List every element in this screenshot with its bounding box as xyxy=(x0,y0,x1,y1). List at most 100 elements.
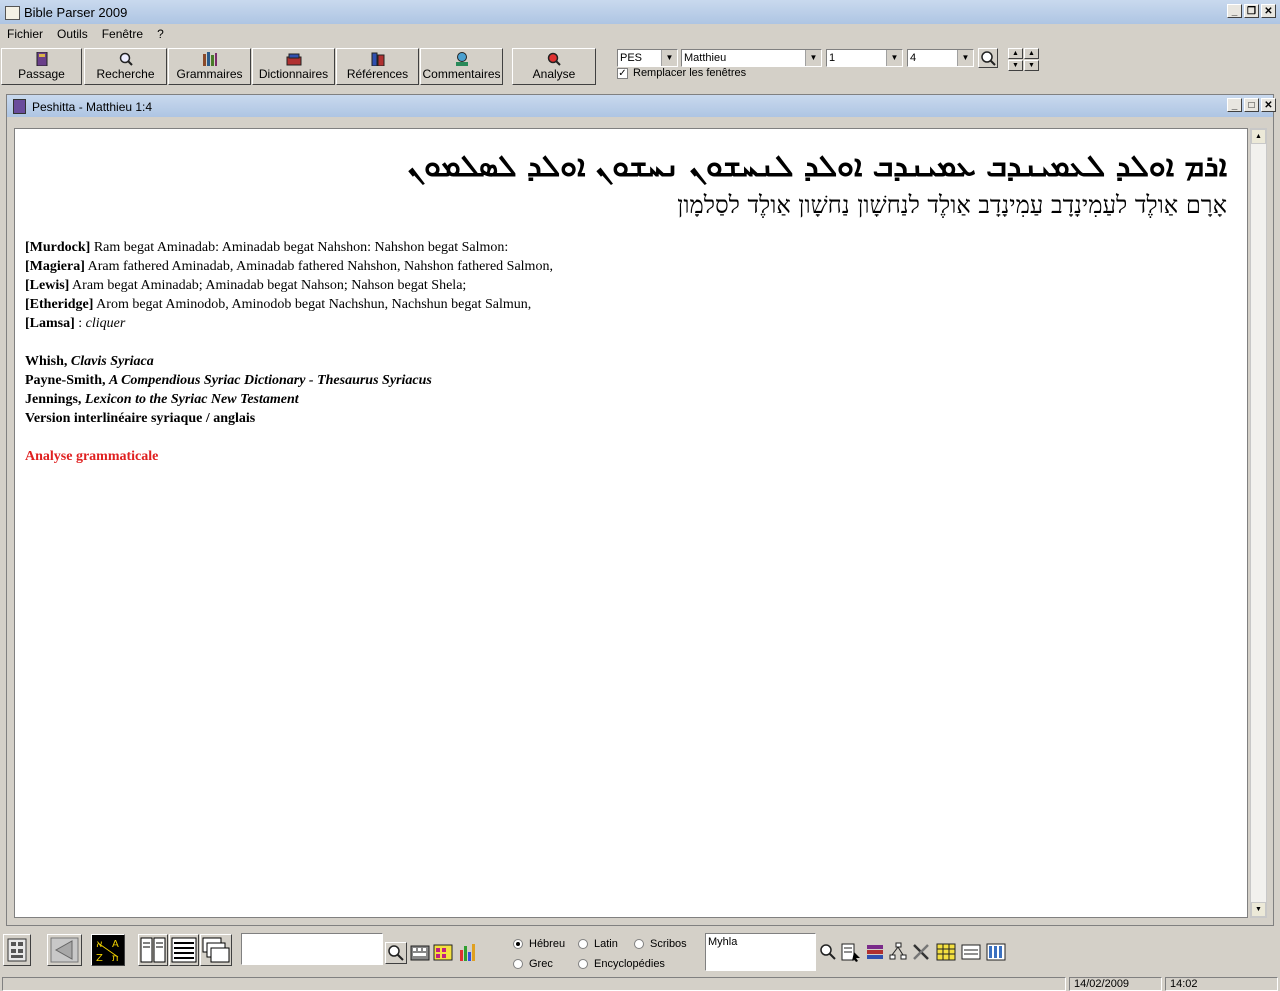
reference-whish[interactable]: Whish, Clavis Syriaca xyxy=(25,354,154,370)
syriac-verse-text: ܐܪܡ ܐܘܠܕ ܠܥܡܝܢܕܒ ܥܡܝܢܕܒ ܐܘܠܕ ܠܢܚܫܘܢ ܢܚܫܘ… xyxy=(407,149,1227,184)
alphabet-sort-icon[interactable]: אAZת xyxy=(91,934,125,966)
keyboard-icon[interactable] xyxy=(410,942,430,962)
bar-chart-icon[interactable] xyxy=(458,942,478,962)
status-panel-main xyxy=(2,977,1066,991)
radio-encyclopedies[interactable]: Encyclopédies xyxy=(578,958,665,970)
radio-latin-dot[interactable] xyxy=(578,939,588,949)
status-time: 14:02 xyxy=(1165,977,1278,991)
calendar-grid-icon[interactable] xyxy=(433,942,453,962)
analyse-magnifier-icon xyxy=(547,52,561,66)
columns-icon[interactable] xyxy=(986,942,1006,962)
translation-etheridge: [Etheridge] Arom begat Aminodob, Aminodo… xyxy=(25,297,532,312)
lexicon-search-icon[interactable] xyxy=(818,942,838,962)
books-shelf-icon xyxy=(202,52,217,66)
word-search-button[interactable] xyxy=(385,942,407,964)
app-book-icon xyxy=(5,6,20,20)
passage-window: Peshitta - Matthieu 1:4 _ □ ✕ ܐܪܡ ܐܘܠܕ ܠ… xyxy=(6,94,1276,926)
translation-lamsa: [Lamsa] : cliquer xyxy=(25,316,126,331)
translation-magiera: [Magiera] Aram fathered Aminadab, Aminad… xyxy=(25,259,553,274)
bible-book-icon xyxy=(13,99,26,114)
menu-outils[interactable]: Outils xyxy=(50,25,95,45)
prev-verse-down-button[interactable]: ▼ xyxy=(1008,60,1023,71)
tree-diagram-icon[interactable] xyxy=(888,942,908,962)
magnifier-icon xyxy=(981,51,996,66)
passage-window-title-bar: Peshitta - Matthieu 1:4 _ □ ✕ xyxy=(7,95,1276,117)
commentaires-button[interactable]: Commentaires xyxy=(420,48,503,85)
child-maximize-button[interactable]: □ xyxy=(1244,98,1259,112)
table-grid-icon[interactable] xyxy=(936,942,956,962)
bottom-toolbar: אAZת Hébreu Latin Scribos Grec Encyclopé… xyxy=(0,929,1280,973)
replace-windows-checkbox[interactable]: ✓ xyxy=(617,67,628,79)
pointer-list-icon[interactable] xyxy=(841,942,861,962)
scroll-up-icon[interactable]: ▲ xyxy=(1251,129,1266,144)
tools-icon[interactable] xyxy=(911,942,931,962)
globe-people-icon xyxy=(455,52,468,66)
chapter-select[interactable]: 1 ▼ xyxy=(826,49,903,67)
two-column-layout-icon[interactable] xyxy=(138,934,168,966)
single-column-layout-icon[interactable] xyxy=(169,934,199,966)
bible-book-icon xyxy=(36,52,47,66)
lamsa-click-link[interactable]: cliquer xyxy=(86,316,126,331)
translation-murdock: [Murdock] Ram begat Aminadab: Aminadab b… xyxy=(25,240,509,255)
status-date: 14/02/2009 xyxy=(1069,977,1162,991)
chevron-down-icon: ▼ xyxy=(805,50,821,66)
scroll-down-icon[interactable]: ▼ xyxy=(1251,902,1266,917)
next-verse-down-button[interactable]: ▼ xyxy=(1024,60,1039,71)
dictionary-icon xyxy=(286,53,301,66)
grammaires-button[interactable]: Grammaires xyxy=(168,48,251,85)
references-books-icon xyxy=(371,52,384,66)
prev-verse-up-button[interactable]: ▲ xyxy=(1008,48,1023,59)
reference-jennings[interactable]: Jennings, Lexicon to the Syriac New Test… xyxy=(25,392,299,408)
book-select[interactable]: Matthieu ▼ xyxy=(681,49,822,67)
radio-encyclopedies-dot[interactable] xyxy=(578,959,588,969)
close-button[interactable]: ✕ xyxy=(1261,4,1276,18)
hebrew-text-icon[interactable] xyxy=(961,942,981,962)
radio-scribos[interactable]: Scribos xyxy=(634,938,687,950)
child-minimize-button[interactable]: _ xyxy=(1227,98,1242,112)
chevron-down-icon: ▼ xyxy=(957,50,973,66)
back-triangle-icon[interactable] xyxy=(47,934,82,966)
passage-window-title: Peshitta - Matthieu 1:4 xyxy=(32,100,153,114)
menu-fichier[interactable]: Fichier xyxy=(0,25,50,45)
cascade-windows-icon[interactable] xyxy=(200,934,232,966)
analyse-grammaticale-link[interactable]: Analyse grammaticale xyxy=(25,449,158,465)
radio-grec-dot[interactable] xyxy=(513,959,523,969)
dictionnaires-button[interactable]: Dictionnaires xyxy=(252,48,335,85)
recherche-button[interactable]: Recherche xyxy=(84,48,167,85)
radio-scribos-dot[interactable] xyxy=(634,939,644,949)
svg-text:Z: Z xyxy=(96,953,103,964)
reference-payne-smith[interactable]: Payne-Smith, A Compendious Syriac Dictio… xyxy=(25,373,432,389)
passage-button[interactable]: Passage xyxy=(1,48,82,85)
version-select[interactable]: PES ▼ xyxy=(617,49,678,67)
word-search-input[interactable] xyxy=(241,933,383,965)
radio-latin[interactable]: Latin xyxy=(578,938,618,950)
minimize-button[interactable]: _ xyxy=(1227,4,1242,18)
passage-content: ܐܪܡ ܐܘܠܕ ܠܥܡܝܢܕܒ ܥܡܝܢܕܒ ܐܘܠܕ ܠܢܚܫܘܢ ܢܚܫܘ… xyxy=(14,128,1248,918)
lexicon-word-box[interactable]: Myhla xyxy=(705,933,816,971)
restore-button[interactable]: ❐ xyxy=(1244,4,1259,18)
books-stack-icon[interactable] xyxy=(865,942,885,962)
hebrew-transliteration-text: אָרָם אַולֶד לעַמִינָדָב עַמִינָדָב אַול… xyxy=(677,191,1227,219)
analyse-button[interactable]: Analyse xyxy=(512,48,596,85)
app-title: Bible Parser 2009 xyxy=(24,5,128,20)
chevron-down-icon: ▼ xyxy=(661,50,677,66)
menu-fenetre[interactable]: Fenêtre xyxy=(95,25,150,45)
menu-bar: Fichier Outils Fenêtre ? xyxy=(0,25,1280,45)
references-button[interactable]: Références xyxy=(336,48,419,85)
radio-grec[interactable]: Grec xyxy=(513,958,553,970)
svg-text:A: A xyxy=(112,939,119,950)
chevron-down-icon: ▼ xyxy=(886,50,902,66)
child-close-button[interactable]: ✕ xyxy=(1261,98,1276,112)
calculator-grid-icon[interactable] xyxy=(3,934,31,966)
next-verse-up-button[interactable]: ▲ xyxy=(1024,48,1039,59)
translation-lewis: [Lewis] Aram begat Aminadab; Aminadab be… xyxy=(25,278,467,293)
go-search-button[interactable] xyxy=(978,48,998,68)
replace-windows-option[interactable]: ✓ Remplacer les fenêtres xyxy=(617,67,746,79)
radio-hebreu-dot[interactable] xyxy=(513,939,523,949)
search-magnifier-icon xyxy=(119,52,133,66)
menu-help[interactable]: ? xyxy=(150,25,171,45)
radio-hebreu[interactable]: Hébreu xyxy=(513,938,565,950)
verse-select[interactable]: 4 ▼ xyxy=(907,49,974,67)
reference-interlinear[interactable]: Version interlinéaire syriaque / anglais xyxy=(25,411,255,427)
content-vertical-scrollbar[interactable]: ▲ ▼ xyxy=(1250,128,1267,918)
